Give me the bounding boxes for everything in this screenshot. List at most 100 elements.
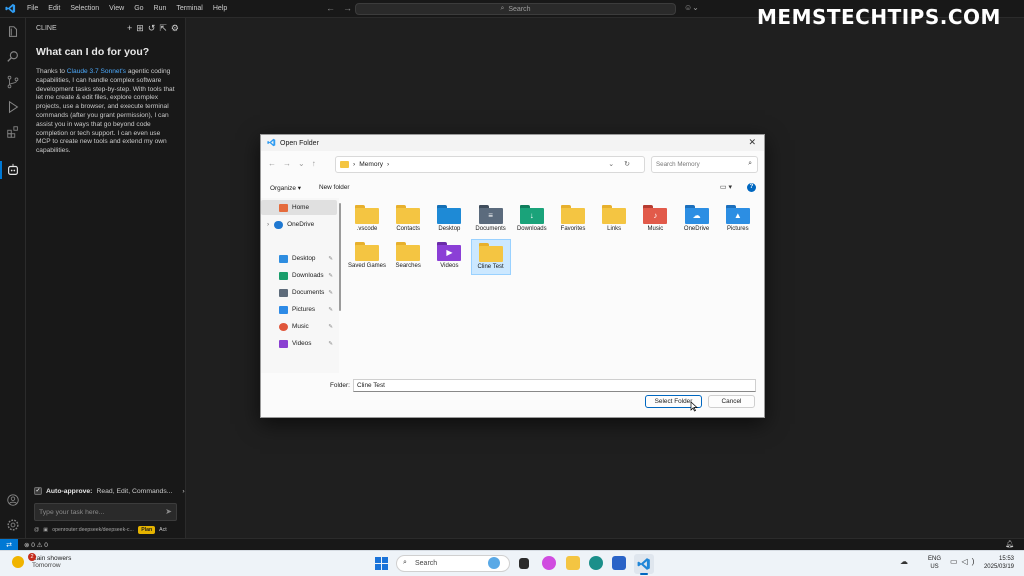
pin-icon: ✎ [328,272,333,279]
folder-icon: ☁ [684,205,709,224]
search-icon[interactable] [6,50,20,64]
store-icon[interactable] [612,556,626,570]
at-mention-icon[interactable]: @ [34,527,39,533]
weather-icon [12,556,24,568]
vscode-logo-icon [267,134,276,152]
bird-widget-icon [488,557,500,569]
command-center-search[interactable]: ⌕ Search [355,3,676,15]
new-task-icon[interactable]: + [127,23,132,34]
nav-item-downloads[interactable]: Downloads ✎ [261,268,337,283]
nav-item-videos[interactable]: Videos ✎ [261,336,337,351]
tray-cloud-icon[interactable]: ☁ [900,557,908,566]
settings-gear-icon[interactable]: ⚙ [171,23,179,34]
system-clock[interactable]: 15:53 2025/03/19 [982,555,1014,571]
folder-item[interactable]: ♪ Music [635,202,675,238]
popout-icon[interactable]: ⇱ [159,23,167,34]
history-icon[interactable]: ↺ [148,23,156,34]
folder-item[interactable]: ☁ OneDrive [677,202,717,238]
source-control-icon[interactable] [6,75,20,89]
edge-browser-icon[interactable] [589,556,603,570]
folder-item[interactable]: ▶ Videos [429,239,469,275]
extensions-icon[interactable] [6,125,20,139]
model-selector[interactable]: openrouter:deepseek/deepseek-c... [52,527,134,533]
pin-icon: ✎ [328,340,333,347]
active-app-indicator [640,573,648,575]
act-mode-toggle[interactable]: Act [159,527,167,533]
menu-file[interactable]: File [22,5,43,12]
folder-item[interactable]: Links [594,202,634,238]
settings-gear-icon[interactable] [6,518,20,532]
file-explorer-icon[interactable] [566,556,580,570]
folder-label: .vscode [356,226,378,232]
copilot-app-icon[interactable] [542,556,556,570]
windows-taskbar: 2 Rain showers Tomorrow ⌕ Search ☁ ENG U… [0,550,1024,576]
videos-icon [279,339,288,348]
nav-item-pictures[interactable]: Pictures ✎ [261,302,337,317]
task-view-icon[interactable] [519,558,529,569]
pin-icon: ✎ [328,255,333,262]
bell-icon[interactable]: 🔔︎ [1005,540,1014,548]
folder-item[interactable]: Cline Test [470,239,511,275]
plan-mode-toggle[interactable]: Plan [138,526,156,534]
folder-item[interactable]: Favorites [553,202,593,238]
problems-count[interactable]: ⊗ 0 ⚠ 0 [24,541,48,549]
folder-item[interactable]: ↓ Downloads [512,202,552,238]
menu-view[interactable]: View [104,5,129,12]
windows-start-icon[interactable] [375,557,388,570]
copilot-icon[interactable]: ☺⌄ [684,3,699,12]
menu-help[interactable]: Help [208,5,232,12]
cline-robot-icon[interactable] [6,163,20,177]
view-options-icon[interactable]: ▭ ▾ [720,183,732,191]
nav-scrollbar[interactable] [339,203,341,311]
refresh-icon[interactable]: ⌄↻ [608,160,640,168]
menu-edit[interactable]: Edit [43,5,65,12]
folder-icon: ♪ [643,205,668,224]
auto-approve-label: Auto-approve: [46,487,93,495]
menu-go[interactable]: Go [129,5,148,12]
cancel-button[interactable]: Cancel [708,395,755,408]
breadcrumb-memory[interactable]: Memory [359,161,383,168]
nav-item-home[interactable]: Home [261,200,337,215]
folder-item[interactable]: ▲ Pictures [718,202,758,238]
task-input[interactable]: Type your task here... ➤ [34,503,177,521]
address-bar[interactable]: › Memory › ⌄↻ [335,156,645,173]
run-debug-icon[interactable] [6,100,20,114]
nav-item-documents[interactable]: Documents ✎ [261,285,337,300]
explorer-icon[interactable] [6,25,20,39]
remote-icon[interactable]: ⇄ [0,538,18,551]
close-icon[interactable]: ✕ [748,137,756,148]
model-link[interactable]: Claude 3.7 Sonnet's [67,68,126,75]
nav-arrows-icon[interactable]: ←→⌄↑ [268,159,323,168]
menu-run[interactable]: Run [149,5,172,12]
nav-item-desktop[interactable]: Desktop ✎ [261,251,337,266]
weather-widget[interactable]: 2 Rain showers Tomorrow [12,553,71,569]
auto-approve-row[interactable]: ✓ Auto-approve: Read, Edit, Commands... … [34,487,185,495]
language-indicator[interactable]: ENG US [928,555,941,571]
folder-item[interactable]: ≡ Documents [471,202,511,238]
weather-badge: 2 [28,553,36,561]
folder-item[interactable]: Saved Games [347,239,387,275]
folder-search-input[interactable]: Search Memory ⌕ [651,156,758,173]
tray-network-volume-icon[interactable]: ▭◁) [950,557,978,566]
organize-button[interactable]: Organize ▾ [270,184,301,192]
chevron-right-icon: › [267,221,270,228]
folder-item[interactable]: Searches [388,239,428,275]
help-icon[interactable]: ? [747,183,756,192]
send-icon[interactable]: ➤ [165,507,172,516]
mcp-servers-icon[interactable]: ⊞ [136,23,144,34]
nav-item-onedrive[interactable]: › OneDrive [261,217,337,232]
nav-item-music[interactable]: Music ✎ [261,319,337,334]
desktop-icon [279,254,288,263]
menu-selection[interactable]: Selection [65,5,104,12]
folder-name-input[interactable]: Cline Test [353,379,756,392]
folder-item[interactable]: Desktop [429,202,469,238]
folder-icon: ≡ [478,205,503,224]
auto-approve-checkbox[interactable]: ✓ [34,487,42,495]
menu-terminal[interactable]: Terminal [171,5,207,12]
new-folder-button[interactable]: New folder [319,184,350,191]
folder-item[interactable]: Contacts [388,202,428,238]
image-attach-icon[interactable]: ▣ [43,527,48,533]
mouse-cursor-icon [690,401,698,412]
account-icon[interactable] [6,493,20,507]
folder-item[interactable]: .vscode [347,202,387,238]
